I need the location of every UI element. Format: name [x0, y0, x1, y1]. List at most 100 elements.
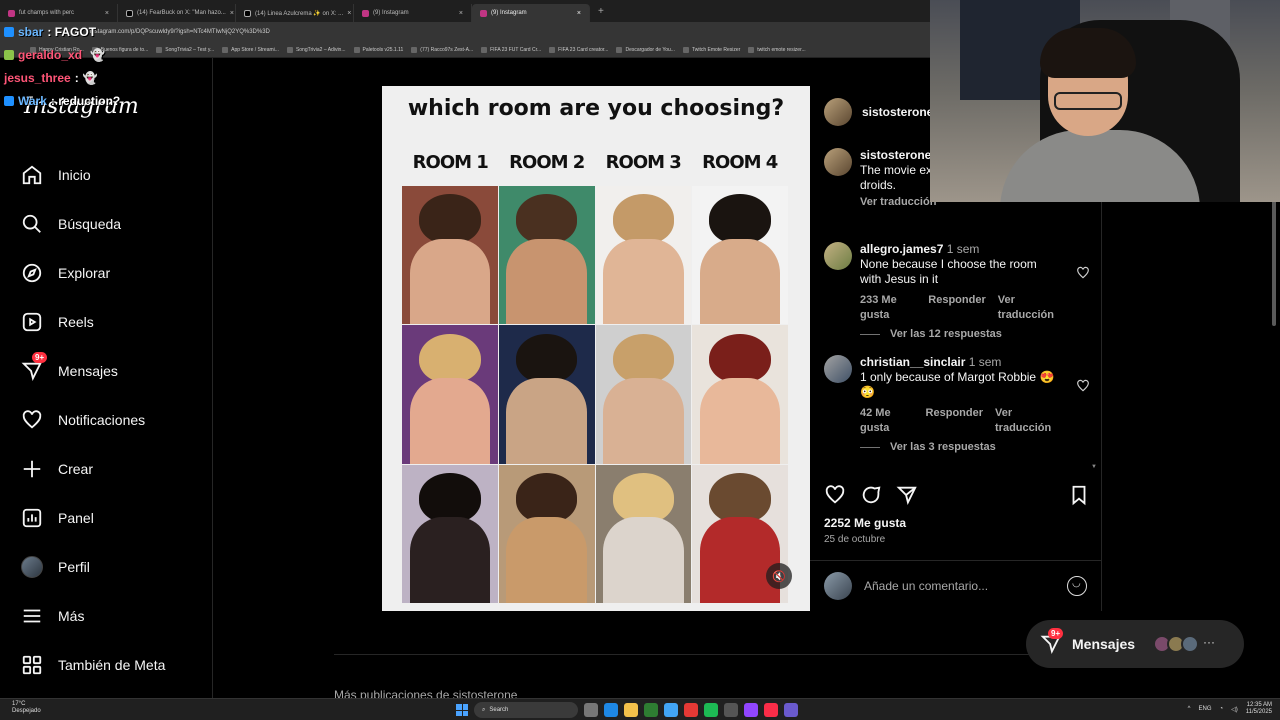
music-icon[interactable] [764, 703, 778, 717]
tab-close-icon[interactable]: × [105, 10, 109, 17]
x-logo-icon [126, 9, 133, 17]
share-icon[interactable] [896, 484, 918, 506]
comment-icon[interactable] [860, 484, 882, 506]
comment-like-icon[interactable] [1076, 379, 1090, 393]
sidebar-item-label: Mensajes [58, 362, 118, 379]
sidebar-item-mas[interactable]: Más [0, 591, 212, 640]
sidebar-item-panel[interactable]: Panel [0, 493, 212, 542]
reply-button[interactable]: Responder [928, 293, 985, 323]
comment-likes[interactable]: 42 Me gusta [860, 406, 914, 436]
bookmark[interactable]: Paletools v25.1.11 [353, 46, 403, 53]
sidebar-divider [212, 58, 213, 698]
view-replies-link[interactable]: Ver las 3 respuestas [860, 441, 996, 453]
browser-tab[interactable]: (9) Instagram × [354, 4, 472, 22]
commenter-avatar[interactable] [824, 242, 852, 270]
author-avatar[interactable] [824, 98, 852, 126]
sidebar-item-reels[interactable]: Reels [0, 297, 212, 346]
app-icon[interactable] [784, 703, 798, 717]
sidebar-item-inicio[interactable]: Inicio [0, 150, 212, 199]
sidebar-item-label: Perfil [58, 558, 90, 575]
sidebar-item-crear[interactable]: Crear [0, 444, 212, 493]
comment: allegro.james7 1 sem None because I choo… [824, 242, 1094, 323]
page-scrollbar[interactable] [1272, 200, 1276, 326]
tab-close-icon[interactable]: × [459, 10, 463, 17]
like-count[interactable]: 2252 Me gusta [824, 516, 906, 530]
bookmark[interactable]: Descargador de You... [616, 46, 675, 53]
language-indicator[interactable]: ENG [1198, 706, 1211, 712]
comment-username[interactable]: allegro.james7 [860, 242, 943, 256]
sidebar-item-tambien-de-meta[interactable]: También de Meta [0, 640, 212, 689]
comment-likes[interactable]: 233 Me gusta [860, 293, 916, 323]
volume-icon[interactable]: ◁) [1231, 706, 1238, 713]
comment-input[interactable] [864, 579, 1055, 593]
bookmark-favicon-icon [748, 46, 755, 53]
task-view-icon[interactable] [584, 703, 598, 717]
spotify-icon[interactable] [704, 703, 718, 717]
browser-tab[interactable]: (14) FearBuck on X: "Man hazo... × [118, 4, 236, 22]
messages-button[interactable]: 9+ Mensajes ··· [1026, 620, 1244, 668]
store-icon[interactable] [664, 703, 678, 717]
author-username[interactable]: sistosterone [862, 105, 933, 119]
bookmark[interactable]: twitch emote resizer... [748, 46, 806, 53]
address-bar[interactable]: instagram.com/p/DQPscuwldy9/?igsh=NTc4MT… [0, 22, 930, 42]
xbox-icon[interactable] [644, 703, 658, 717]
emoji-icon[interactable] [1067, 576, 1087, 596]
x-logo-icon [244, 9, 251, 17]
tab-close-icon[interactable]: × [230, 10, 234, 17]
sidebar-item-busqueda[interactable]: Búsqueda [0, 199, 212, 248]
sidebar-item-label: Crear [58, 460, 94, 477]
mute-icon[interactable]: 🔇 [766, 563, 792, 589]
ghost-emote-icon: 👻 [82, 71, 98, 85]
file-explorer-icon[interactable] [624, 703, 638, 717]
sidebar-item-notificaciones[interactable]: Notificaciones [0, 395, 212, 444]
windows-start-icon[interactable] [456, 704, 468, 716]
clock[interactable]: 12:35 AM 11/5/2025 [1246, 702, 1272, 716]
reply-button[interactable]: Responder [926, 406, 983, 436]
edge-icon[interactable] [604, 703, 618, 717]
sidebar-item-mensajes[interactable]: 9+ Mensajes [0, 346, 212, 395]
comment-like-icon[interactable] [1076, 266, 1090, 280]
caption-username[interactable]: sistosterone [860, 148, 931, 162]
weather-widget[interactable]: 17°C Despejado [12, 701, 41, 715]
scroll-arrow-icon[interactable]: ▼ [1091, 464, 1097, 470]
author-avatar[interactable] [824, 148, 852, 176]
obs-icon[interactable] [724, 703, 738, 717]
search-icon [20, 212, 44, 236]
tab-close-icon[interactable]: × [577, 10, 581, 17]
wifi-icon[interactable]: ◔ [1220, 706, 1224, 712]
translate-link[interactable]: Ver traducción [995, 406, 1060, 436]
comment-username[interactable]: christian__sinclair [860, 355, 965, 369]
view-replies-link[interactable]: Ver las 12 respuestas [860, 328, 1002, 340]
translate-link[interactable]: Ver traducción [998, 293, 1060, 323]
taskbar-search[interactable]: ⌕ Search [474, 702, 578, 718]
new-tab-button[interactable]: + [590, 6, 612, 17]
webcam-overlay [930, 0, 1280, 202]
browser-tab-active[interactable]: (9) Instagram × [472, 4, 590, 22]
chevron-up-icon[interactable]: ^ [1188, 706, 1191, 712]
discord-icon[interactable] [744, 703, 758, 717]
url-text[interactable]: instagram.com/p/DQPscuwldy9/?igsh=NTc4MT… [90, 29, 270, 35]
bookmark[interactable]: FIFA 23 Card creator... [549, 46, 608, 53]
bookmark[interactable]: SongTrivia2 – Test y... [156, 46, 214, 53]
post-image[interactable]: which room are you choosing? ROOM 1 ROOM… [382, 86, 810, 611]
bookmark[interactable]: FIFA 23 FUT Card Cr... [481, 46, 541, 53]
chrome-icon[interactable] [684, 703, 698, 717]
comment-text: None because I choose the room with Jesu… [860, 257, 1037, 286]
browser-tab[interactable]: fut champs with perc × [0, 4, 118, 22]
bookmark-favicon-icon [616, 46, 623, 53]
sidebar-item-perfil[interactable]: Perfil [0, 542, 212, 591]
photo-tile [498, 186, 595, 325]
screen: fut champs with perc × (14) FearBuck on X… [0, 0, 1280, 720]
like-icon[interactable] [824, 484, 846, 506]
browser-tab[interactable]: (14) Linea Azulcrema ✨ on X: ... × [236, 4, 354, 22]
bookmark[interactable]: App Store / Streami... [222, 46, 279, 53]
dashboard-icon [20, 506, 44, 530]
bookmark[interactable]: Twitch Emote Resizer [682, 46, 740, 53]
save-icon[interactable] [1068, 484, 1090, 506]
bookmark[interactable]: (77) Racco97s Zest-A... [411, 46, 473, 53]
sidebar-item-explorar[interactable]: Explorar [0, 248, 212, 297]
translate-link[interactable]: Ver traducción [860, 195, 936, 210]
commenter-avatar[interactable] [824, 355, 852, 383]
bookmark[interactable]: SongTrivia2 – Adivin... [286, 46, 346, 53]
tab-close-icon[interactable]: × [347, 10, 351, 17]
